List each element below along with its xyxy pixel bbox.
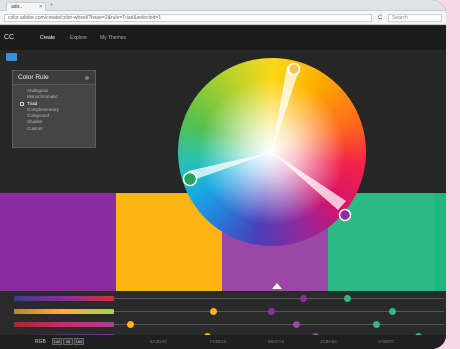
nav-explore[interactable]: Explore <box>70 35 87 41</box>
slider-knob[interactable] <box>126 321 134 328</box>
color-swatch[interactable] <box>0 193 116 291</box>
slider-knob[interactable] <box>389 308 397 315</box>
rule-option-label: Triad <box>27 100 38 106</box>
color-rule-title: Color Rule <box>18 74 49 81</box>
selected-swatch-indicator-icon <box>272 283 282 289</box>
handle-beam <box>272 152 346 210</box>
handle-beam <box>272 66 299 152</box>
rgb-value-field[interactable]: 45 <box>63 338 73 345</box>
collapse-icon[interactable] <box>85 76 89 80</box>
handle-beam <box>188 152 272 182</box>
color-rule-panel: Color Rule Analogous Monochromatic Triad… <box>12 70 96 148</box>
slider-row[interactable] <box>14 295 444 302</box>
browser-tab-strip: ado.. × + <box>0 0 446 11</box>
app-header: CC Create Explore My Themes <box>0 26 446 50</box>
slider-knob[interactable] <box>267 308 275 315</box>
close-tab-icon[interactable]: × <box>39 3 42 11</box>
url-input[interactable]: color.adobe.com/create/color-wheel/?base… <box>4 14 372 22</box>
panel-toggle-button[interactable] <box>6 53 17 61</box>
new-tab-icon[interactable]: + <box>50 3 54 10</box>
wheel-handle[interactable] <box>182 171 198 187</box>
slider-row[interactable] <box>14 308 444 315</box>
address-bar-row: color.adobe.com/create/color-wheel/?base… <box>0 11 446 25</box>
browser-tab-title: ado.. <box>11 4 23 10</box>
bottom-toolbar: RGB 140 45 160 8A2DA0 FCB515 9B47A8 2CBA… <box>0 335 446 349</box>
wheel-handle[interactable] <box>287 62 301 76</box>
browser-tab[interactable]: ado.. × <box>6 2 46 11</box>
hex-value[interactable]: 1FB87C <box>378 339 395 344</box>
slider-gradient <box>14 309 114 314</box>
nav-my-themes[interactable]: My Themes <box>100 35 126 41</box>
slider-knob[interactable] <box>210 308 217 315</box>
color-wheel[interactable] <box>178 58 366 246</box>
color-rule-header[interactable]: Color Rule <box>13 71 95 85</box>
slider-row[interactable] <box>14 321 444 328</box>
rgb-value-field[interactable]: 140 <box>52 338 62 345</box>
slider-track[interactable] <box>114 324 444 325</box>
rule-option-custom[interactable]: Custom <box>13 126 95 132</box>
wheel-handle[interactable] <box>338 208 352 222</box>
reload-icon[interactable]: C <box>378 14 382 22</box>
slider-gradient <box>14 322 114 327</box>
slider-knob[interactable] <box>299 295 307 302</box>
hex-value[interactable]: 2CBA84 <box>320 339 337 344</box>
slider-gradient <box>14 296 114 301</box>
color-mode-label[interactable]: RGB <box>35 339 46 345</box>
hex-value[interactable]: 9B47A8 <box>268 339 284 344</box>
rgb-value-field[interactable]: 160 <box>74 338 84 345</box>
app-logo[interactable]: CC <box>4 34 14 41</box>
app-window: ado.. × + color.adobe.com/create/color-w… <box>0 0 446 349</box>
nav-create[interactable]: Create <box>40 35 55 41</box>
hex-value[interactable]: FCB515 <box>210 339 227 344</box>
slider-knob[interactable] <box>373 321 381 328</box>
browser-search-input[interactable]: Search <box>388 14 442 22</box>
slider-knob[interactable] <box>293 321 301 328</box>
checkbox-icon <box>20 101 24 106</box>
wheel-handles <box>182 62 352 222</box>
color-swatch[interactable] <box>434 193 446 291</box>
hex-value[interactable]: 8A2DA0 <box>150 339 167 344</box>
slider-track[interactable] <box>114 298 444 299</box>
slider-knob[interactable] <box>344 295 352 302</box>
